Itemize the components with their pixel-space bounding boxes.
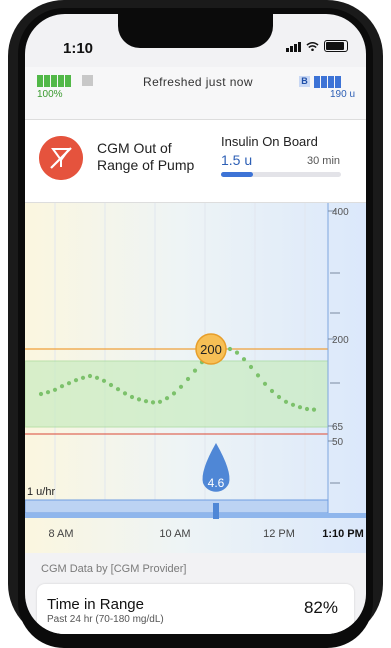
iob-value: 1.5 u <box>221 152 253 168</box>
phone-battery-icon <box>324 40 348 52</box>
cgm-point <box>178 384 184 389</box>
cgm-point <box>234 350 240 355</box>
cgm-point <box>87 373 93 379</box>
cgm-point <box>52 387 58 392</box>
cgm-point <box>150 400 156 405</box>
pump-battery-percent: 100% <box>37 89 63 100</box>
status-card[interactable]: CGM Out of Range of Pump Insulin On Boar… <box>25 120 366 203</box>
cgm-point <box>66 381 72 386</box>
cgm-source-label: CGM Data by [CGM Provider] <box>41 563 187 575</box>
tir-percent: 82% <box>303 598 338 617</box>
cgm-point <box>80 375 86 380</box>
cgm-point <box>269 388 275 394</box>
cgm-point <box>227 346 233 352</box>
glucose-chart-svg[interactable]: 400 200 65 50 1 u/hr 4.6 200 8 AM 10 AM 12 PM… <box>25 203 366 553</box>
y-tick-label: 400 <box>332 207 349 218</box>
refresh-status: Refreshed just now <box>143 75 253 89</box>
cellular-signal-icon <box>286 41 301 52</box>
cgm-point <box>297 405 303 410</box>
cgm-point <box>101 378 107 383</box>
y-tick-label: 200 <box>332 335 349 346</box>
cgm-point <box>276 394 282 400</box>
cgm-point <box>157 399 163 404</box>
x-tick-label: 10 AM <box>159 528 190 540</box>
y-tick-label: 50 <box>332 437 344 448</box>
app-screen: 1:10 100% Refreshed just now B 190 u CGM… <box>25 14 366 634</box>
reservoir-badge: B <box>299 76 310 87</box>
x-tick-label: 8 AM <box>48 528 73 540</box>
x-tick-label: 12 PM <box>263 528 295 540</box>
current-bg-value: 200 <box>200 342 222 357</box>
x-tick-label: 1:10 PM <box>322 528 364 540</box>
cgm-point <box>241 357 247 362</box>
status-icons <box>286 40 348 52</box>
basal-rect <box>25 499 329 514</box>
reservoir-level-icon <box>314 76 341 88</box>
bolus-value: 4.6 <box>208 476 225 490</box>
time-in-range-card[interactable]: Time in Range Past 24 hr (70-180 mg/dL) … <box>37 584 354 634</box>
cgm-point <box>248 364 254 370</box>
cgm-point <box>129 394 135 400</box>
cgm-point <box>59 384 65 389</box>
cgm-point <box>136 397 142 402</box>
cgm-point <box>164 396 170 401</box>
cgm-point <box>262 381 268 386</box>
status-time: 1:10 <box>63 40 94 57</box>
transmitter-icon <box>82 75 93 86</box>
bolus-stem <box>213 503 219 519</box>
iob-progress-fill <box>221 172 254 177</box>
basal-label: 1 u/hr <box>27 486 55 498</box>
cgm-point <box>94 375 100 380</box>
insulin-remaining: 190 u <box>330 89 356 100</box>
cgm-point <box>290 402 296 407</box>
cgm-point <box>115 387 121 392</box>
wifi-icon <box>306 41 319 51</box>
tir-subtitle: Past 24 hr (70-180 mg/dL) <box>47 614 164 625</box>
cgm-point <box>192 368 198 373</box>
tir-title: Time in Range <box>47 596 144 613</box>
cgm-point <box>38 391 44 397</box>
notch <box>118 14 273 48</box>
cgm-point <box>122 391 128 396</box>
cgm-point <box>108 382 114 388</box>
cgm-status-label: CGM Out of Range of Pump <box>97 140 195 173</box>
target-range-band <box>25 360 329 428</box>
pump-battery-icon <box>37 75 71 87</box>
basal-floor <box>25 513 366 518</box>
cgm-point <box>283 399 289 404</box>
cgm-point <box>171 391 177 396</box>
cgm-point <box>73 378 79 383</box>
iob-progress-bar <box>221 172 341 177</box>
current-bg-marker[interactable]: 200 <box>195 333 227 365</box>
iob-title: Insulin On Board <box>221 134 318 149</box>
glucose-chart[interactable]: 400 200 65 50 1 u/hr 4.6 200 8 AM 10 AM 12 PM… <box>25 203 366 553</box>
device-status-bar[interactable]: 100% Refreshed just now B 190 u <box>25 67 366 120</box>
cgm-point <box>45 390 51 395</box>
cgm-point <box>185 376 191 382</box>
cgm-point <box>143 399 149 404</box>
cgm-point <box>255 373 261 378</box>
iob-time: 30 min <box>307 155 341 167</box>
cgm-point <box>311 407 317 412</box>
y-tick-label: 65 <box>332 422 344 433</box>
cgm-point <box>304 406 310 412</box>
cgm-out-of-range-icon <box>39 136 83 180</box>
